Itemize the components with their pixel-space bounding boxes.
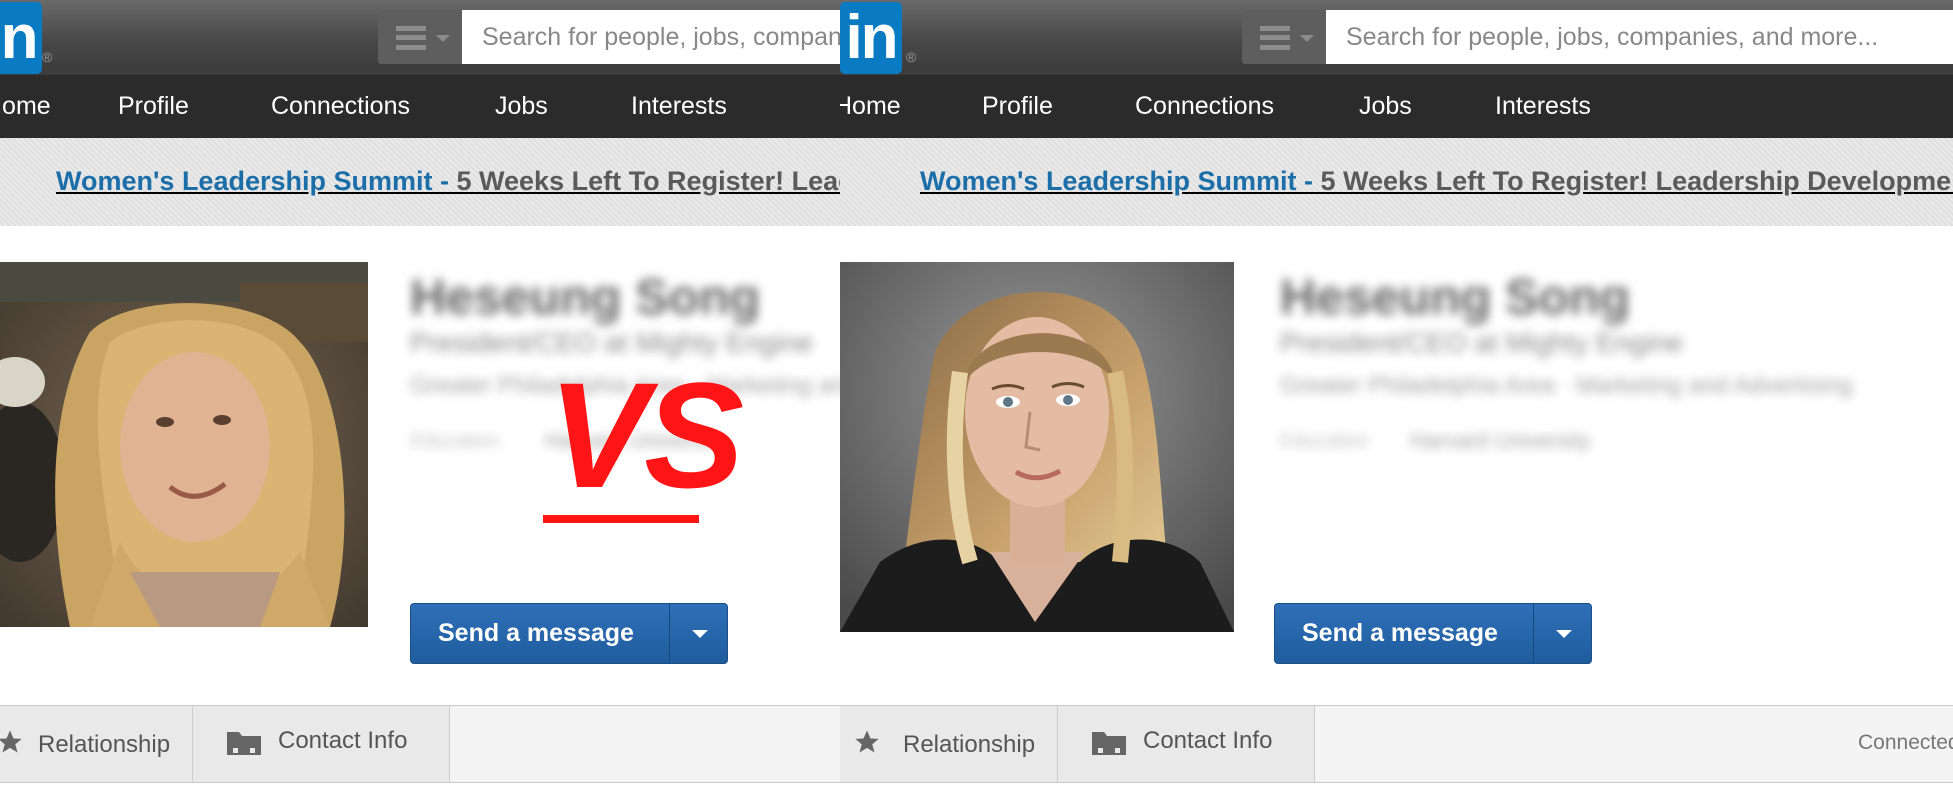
profile-location: Greater Philadelphia Area · Marketing an… [1280,372,1853,399]
chevron-down-icon [1300,35,1314,42]
ad-banner: Women's Leadership Summit - 5 Weeks Left… [0,138,840,226]
banner-ad-link[interactable]: Women's Leadership Summit - 5 Weeks Left… [56,166,840,197]
send-message-button-group: Send a message [410,603,728,664]
connected-status: Connected [1858,731,1953,754]
linkedin-logo-icon[interactable]: in [0,2,42,74]
send-message-dropdown[interactable] [669,604,727,663]
banner-ad-link[interactable]: Women's Leadership Summit - 5 Weeks Left… [920,166,1953,197]
banner-link-text[interactable]: Women's Leadership Summit - [56,166,449,196]
folder-icon [227,732,261,755]
profile-name: Heseung Song [1280,269,1631,325]
star-icon [855,730,879,753]
vs-underline [543,515,699,523]
right-profile-screenshot: in ® Search for people, jobs, companies,… [840,0,1953,788]
main-nav: Home Profile Connections Jobs Interests [840,75,1953,138]
tab-relationship-label: Relationship [903,731,1036,758]
search-input[interactable]: Search for people, jobs, companies, and … [1326,10,1953,64]
linkedin-logo-icon[interactable]: in [840,2,902,74]
nav-jobs[interactable]: Jobs [495,75,548,138]
nav-connections[interactable]: Connections [1135,75,1274,138]
banner-rest-text[interactable]: 5 Weeks Left To Register! Leadership Dev… [1313,166,1953,196]
banner-rest-text[interactable]: 5 Weeks Left To Register! Leadership Dev… [449,166,841,196]
chevron-down-icon [1556,630,1572,638]
banner-link-text[interactable]: Women's Leadership Summit - [920,166,1313,196]
top-header: in ® Search for people, jobs, companies,… [840,0,1953,75]
vs-overlay: VS [530,360,744,530]
education-label: Education [410,430,499,452]
hamburger-menu-icon [396,26,426,50]
search-input[interactable]: Search for people, jobs, companies, and … [462,10,840,64]
nav-profile[interactable]: Profile [118,75,189,138]
chevron-down-icon [436,35,450,42]
main-nav: Home Profile Connections Jobs Interests [0,75,840,138]
tab-relationship-label: Relationship [38,731,171,758]
profile-photo-image [840,262,1234,632]
tab-contact-info-label: Contact Info [278,727,408,754]
send-message-button[interactable]: Send a message [411,604,634,663]
hamburger-menu-icon [1260,26,1290,50]
send-message-button[interactable]: Send a message [1275,604,1498,663]
search-category-menu[interactable] [1242,10,1326,64]
tab-contact-info-label: Contact Info [1143,727,1273,754]
nav-profile[interactable]: Profile [982,75,1053,138]
registered-mark: ® [42,49,53,65]
nav-jobs[interactable]: Jobs [1359,75,1412,138]
send-message-button-group: Send a message [1274,603,1592,664]
education-value: Harvard University [1410,428,1591,453]
nav-interests[interactable]: Interests [631,75,727,138]
vs-text: VS [548,351,744,519]
folder-icon [1092,732,1126,755]
chevron-down-icon [692,630,708,638]
profile-tabbar: Relationship Contact Info [0,705,840,783]
registered-mark: ® [906,49,917,65]
tab-relationship[interactable]: Relationship [0,706,193,782]
nav-home[interactable]: Home [0,75,51,138]
tab-contact-info[interactable]: Contact Info [193,706,450,782]
profile-headline: President/CEO at Mighty Engine [1280,327,1684,358]
tab-relationship[interactable]: Relationship [840,706,1058,782]
star-icon [0,730,22,753]
send-message-dropdown[interactable] [1533,604,1591,663]
search-category-menu[interactable] [378,10,462,64]
nav-interests[interactable]: Interests [1495,75,1591,138]
profile-photo-image [0,262,368,627]
tab-contact-info[interactable]: Contact Info [1058,706,1315,782]
nav-connections[interactable]: Connections [271,75,410,138]
profile-name: Heseung Song [410,269,761,325]
education-label: Education [1280,430,1369,452]
profile-photo[interactable] [0,262,368,627]
nav-home[interactable]: Home [840,75,901,138]
profile-photo[interactable] [840,262,1234,632]
top-header: in ® Search for people, jobs, companies,… [0,0,840,75]
profile-tabbar: Relationship Contact Info Connected [840,705,1953,783]
ad-banner: Women's Leadership Summit - 5 Weeks Left… [840,138,1953,226]
